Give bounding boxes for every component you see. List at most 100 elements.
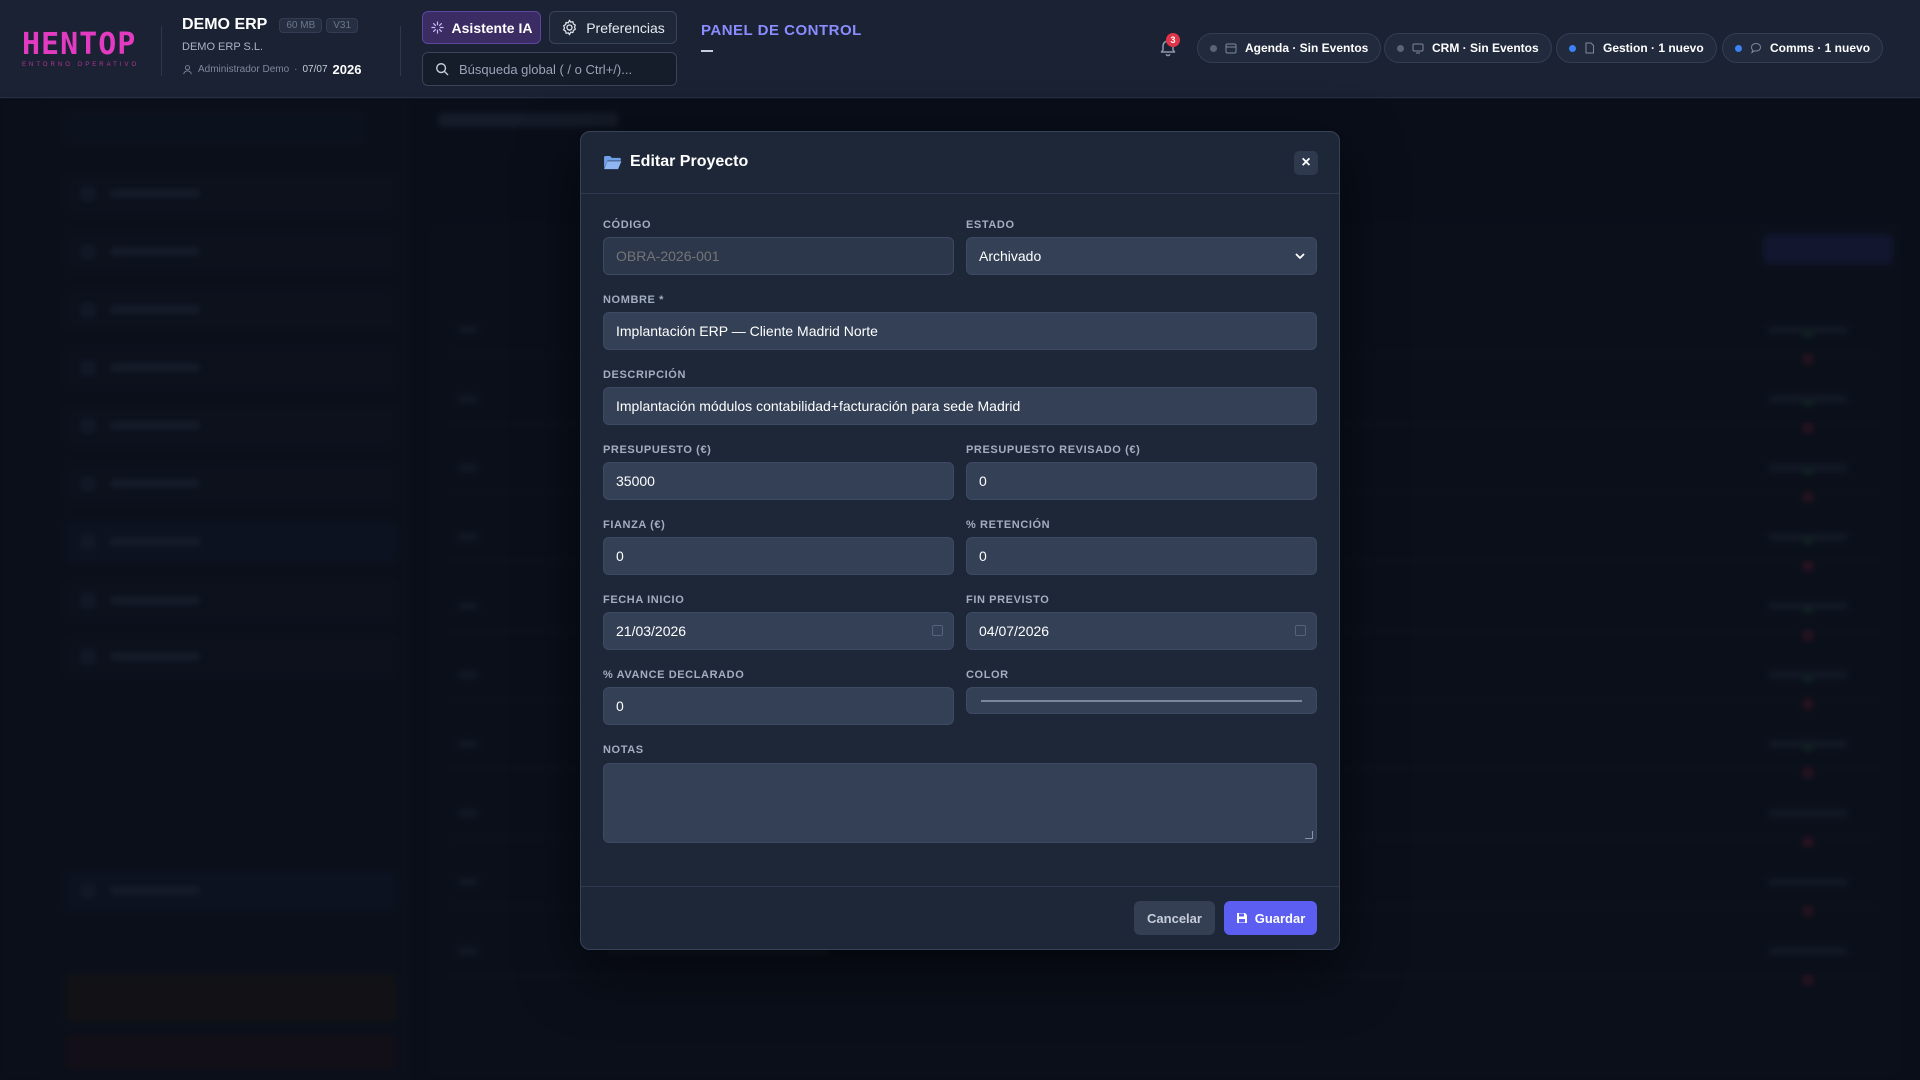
retencion-field[interactable]: [966, 537, 1317, 575]
fin-previsto-label: FIN PREVISTO: [966, 594, 1050, 606]
user-name: Administrador Demo: [198, 64, 290, 75]
fecha-inicio-input[interactable]: [616, 623, 941, 639]
comms-pill-label: Comms · 1 nuevo: [1770, 41, 1871, 55]
fin-previsto-field[interactable]: [966, 612, 1317, 650]
current-date: 07/07: [302, 64, 328, 75]
crm-pill[interactable]: CRM · Sin Eventos: [1384, 33, 1552, 63]
nombre-label: NOMBRE *: [603, 294, 665, 306]
status-dot: [1735, 44, 1742, 52]
status-dot: [1569, 44, 1576, 52]
fecha-inicio-field[interactable]: [603, 612, 954, 650]
gestion-pill[interactable]: Gestion · 1 nuevo: [1556, 33, 1717, 63]
avance-label: % AVANCE DECLARADO: [603, 669, 745, 681]
modal-footer: Cancelar Guardar: [581, 886, 1339, 950]
modal-header: Editar Proyecto ×: [581, 132, 1339, 194]
gear-icon: [563, 19, 577, 36]
avance-input[interactable]: [616, 698, 941, 714]
panel-title[interactable]: PANEL DE CONTROL: [701, 22, 862, 39]
status-dot: [1397, 44, 1404, 52]
descripcion-label: DESCRIPCIÓN: [603, 369, 686, 381]
notas-label: NOTAS: [603, 744, 644, 756]
app-logo[interactable]: HENTOP ENTORNO OPERATIVO: [22, 27, 142, 69]
retencion-label: % RETENCIÓN: [966, 519, 1051, 531]
company-name-row: DEMO ERP 60 MB V31: [182, 16, 361, 34]
descripcion-field[interactable]: [603, 387, 1317, 425]
preferences-button[interactable]: Preferencias: [549, 11, 677, 44]
company-legal-name: DEMO ERP S.L.: [182, 41, 264, 53]
monitor-icon: [1412, 43, 1424, 54]
ai-assistant-button[interactable]: Asistente IA: [422, 11, 541, 44]
storage-chip: 60 MB: [279, 17, 323, 33]
floppy-disk-icon: [1236, 913, 1247, 923]
save-button[interactable]: Guardar: [1224, 901, 1317, 935]
codigo-label: CÓDIGO: [603, 219, 652, 231]
estado-selected-value: Archivado: [979, 248, 1042, 264]
calendar-icon[interactable]: [1295, 625, 1306, 636]
codigo-field: [603, 237, 954, 275]
nombre-input[interactable]: [616, 323, 1304, 339]
close-button[interactable]: ×: [1294, 151, 1318, 175]
nombre-field[interactable]: [603, 312, 1317, 350]
estado-select[interactable]: Archivado: [966, 237, 1317, 275]
cancel-label: Cancelar: [1147, 910, 1202, 926]
ai-assistant-label: Asistente IA: [451, 19, 533, 36]
logo-subtitle: ENTORNO OPERATIVO: [22, 62, 140, 68]
chat-icon: [1750, 42, 1762, 54]
edit-project-modal: Editar Proyecto × CÓDIGO ESTADO Archivad…: [580, 131, 1340, 950]
user-separator: ·: [294, 64, 298, 75]
global-search[interactable]: [422, 52, 677, 86]
company-chips: 60 MB V31: [279, 17, 359, 33]
agenda-pill-label: Agenda · Sin Eventos: [1245, 41, 1369, 55]
fianza-label: FIANZA (€): [603, 519, 666, 531]
presupuesto-label: PRESUPUESTO (€): [603, 444, 712, 456]
save-label: Guardar: [1254, 910, 1306, 926]
fianza-field[interactable]: [603, 537, 954, 575]
company-name: DEMO ERP: [182, 16, 268, 33]
top-bar: HENTOP ENTORNO OPERATIVO DEMO ERP 60 MB …: [0, 0, 1920, 98]
presupuesto-input[interactable]: [616, 473, 941, 489]
fianza-input[interactable]: [616, 548, 941, 564]
header-divider: [161, 26, 162, 76]
modal-title-text: Editar Proyecto: [630, 153, 749, 170]
color-label: COLOR: [966, 669, 1009, 681]
fin-previsto-input[interactable]: [979, 623, 1304, 639]
resize-handle[interactable]: [1305, 831, 1313, 839]
presupuesto-revisado-input[interactable]: [979, 473, 1304, 489]
current-year[interactable]: 2026: [333, 62, 362, 77]
calendar-icon: [1225, 43, 1237, 54]
preferences-label: Preferencias: [586, 19, 665, 36]
sparkle-icon: [430, 21, 444, 34]
fecha-inicio-label: FECHA INICIO: [603, 594, 685, 606]
search-icon: [436, 63, 449, 76]
panel-title-underline: [701, 50, 713, 52]
presupuesto-revisado-field[interactable]: [966, 462, 1317, 500]
estado-label: ESTADO: [966, 219, 1015, 231]
calendar-icon[interactable]: [932, 625, 943, 636]
color-swatch: [981, 700, 1302, 702]
codigo-input: [616, 248, 941, 264]
descripcion-input[interactable]: [616, 398, 1304, 414]
chevron-down-icon: [1295, 253, 1305, 259]
comms-pill[interactable]: Comms · 1 nuevo: [1722, 33, 1884, 63]
global-search-input[interactable]: [459, 61, 674, 77]
agenda-pill[interactable]: Agenda · Sin Eventos: [1197, 33, 1382, 63]
logo-text: HENTOP: [22, 27, 137, 62]
user-line: Administrador Demo · 07/07 2026: [182, 62, 361, 77]
color-picker[interactable]: [966, 687, 1317, 714]
status-dot: [1210, 44, 1217, 52]
notas-textarea[interactable]: [603, 763, 1317, 843]
folder-open-icon: [604, 155, 622, 169]
presupuesto-field[interactable]: [603, 462, 954, 500]
user-icon: [183, 65, 192, 75]
header-divider: [400, 26, 401, 76]
avance-field[interactable]: [603, 687, 954, 725]
company-info: DEMO ERP 60 MB V31 DEMO ERP S.L. Adminis…: [182, 16, 361, 77]
retencion-input[interactable]: [979, 548, 1304, 564]
notification-badge: 3: [1166, 33, 1180, 47]
document-icon: [1585, 42, 1594, 54]
cancel-button[interactable]: Cancelar: [1134, 901, 1215, 935]
gestion-pill-label: Gestion · 1 nuevo: [1603, 41, 1704, 55]
presupuesto-revisado-label: PRESUPUESTO REVISADO (€): [966, 444, 1141, 456]
modal-title: Editar Proyecto: [603, 153, 748, 171]
crm-pill-label: CRM · Sin Eventos: [1432, 41, 1539, 55]
